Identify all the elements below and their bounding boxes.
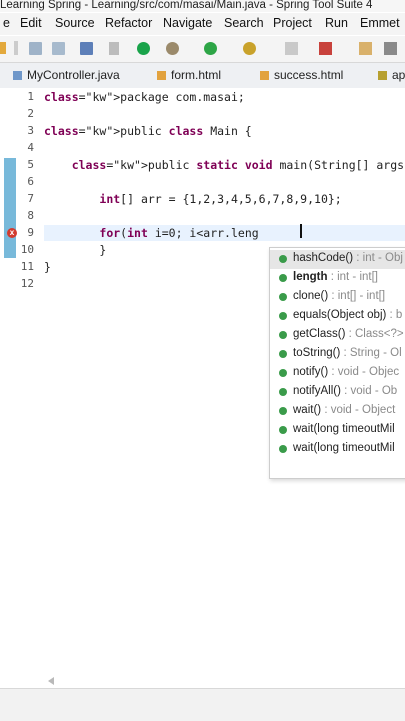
autocomplete-item[interactable]: notifyAll() : void - Ob	[270, 383, 405, 402]
status-bar	[0, 688, 405, 721]
tab-label: ap	[392, 68, 405, 82]
autocomplete-item[interactable]: equals(Object obj) : b	[270, 307, 405, 326]
line-number: 5	[27, 158, 34, 171]
autocomplete-item[interactable]: wait(long timeoutMil	[270, 440, 405, 459]
tab-label: MyController.java	[27, 68, 120, 82]
tab-label: form.html	[171, 68, 222, 82]
text-cursor	[300, 224, 302, 238]
save-all-icon[interactable]	[52, 42, 65, 55]
run-icon[interactable]	[204, 42, 217, 55]
line-number: 3	[27, 124, 34, 137]
public-method-icon	[279, 426, 287, 434]
separator-icon	[14, 41, 18, 55]
menu-refactor[interactable]: Refactor	[105, 16, 152, 30]
tab-success[interactable]: success.html	[260, 68, 343, 82]
line-number: 7	[27, 192, 34, 205]
line-number: 12	[20, 277, 34, 290]
autocomplete-item[interactable]: wait(long timeoutMil	[270, 421, 405, 440]
autocomplete-popup: hashCode() : int - Obj length : int - in…	[269, 247, 405, 479]
autocomplete-item[interactable]: wait() : void - Object	[270, 402, 405, 421]
public-method-icon	[279, 312, 287, 320]
menu-emmet[interactable]: Emmet	[360, 16, 400, 30]
autocomplete-item[interactable]: hashCode() : int - Obj	[270, 250, 405, 269]
console-icon[interactable]	[80, 42, 93, 55]
code-line: }	[44, 260, 51, 274]
tab-overflow[interactable]: ap	[378, 68, 405, 82]
skip-breakpoints-icon[interactable]	[109, 42, 119, 55]
line-number: 10	[20, 243, 34, 256]
new-icon[interactable]	[0, 42, 6, 54]
java-file-icon	[13, 71, 22, 81]
menu-run[interactable]: Run	[325, 16, 348, 30]
menu-project[interactable]: Project	[273, 16, 312, 30]
file-icon	[378, 71, 387, 81]
line-number: 1	[27, 90, 34, 103]
external-tools-icon[interactable]	[243, 42, 256, 55]
change-marker	[4, 158, 16, 258]
line-number: 6	[27, 175, 34, 188]
menu-search[interactable]: Search	[224, 16, 264, 30]
menu-bar: e Edit Source Refactor Navigate Search P…	[0, 13, 405, 35]
public-method-icon	[279, 255, 287, 263]
menu-source[interactable]: Source	[55, 16, 95, 30]
code-line: class="kw">public static void main(Strin…	[71, 158, 405, 172]
tab-form[interactable]: form.html	[157, 68, 221, 82]
stop-icon[interactable]	[285, 42, 298, 55]
html-file-icon	[260, 71, 269, 81]
code-line: class="kw">public class Main {	[44, 124, 252, 138]
public-method-icon	[279, 388, 287, 396]
horizontal-scrollbar[interactable]	[45, 676, 405, 686]
line-number: 11	[20, 260, 34, 273]
public-method-icon	[279, 369, 287, 377]
code-line-current: for(int i=0; i<arr.leng	[99, 226, 259, 240]
settings-icon[interactable]	[384, 42, 397, 55]
server-icon[interactable]	[319, 42, 332, 55]
code-line: class="kw">package com.masai;	[44, 90, 245, 104]
spring-boot-icon[interactable]	[137, 42, 150, 55]
public-method-icon	[279, 445, 287, 453]
line-number: 8	[27, 209, 34, 222]
save-icon[interactable]	[29, 42, 42, 55]
scroll-left-icon[interactable]	[48, 677, 54, 685]
autocomplete-item[interactable]: notify() : void - Objec	[270, 364, 405, 383]
public-field-icon	[279, 274, 287, 282]
debug-icon[interactable]	[166, 42, 179, 55]
tab-mycontroller[interactable]: MyController.java	[13, 68, 120, 82]
menu-navigate[interactable]: Navigate	[163, 16, 212, 30]
autocomplete-item[interactable]: toString() : String - Ol	[270, 345, 405, 364]
window-title: Learning Spring - Learning/src/com/masai…	[0, 0, 405, 12]
line-number: 4	[27, 141, 34, 154]
public-method-icon	[279, 407, 287, 415]
line-number: 2	[27, 107, 34, 120]
line-number: 9	[27, 226, 34, 239]
public-method-icon	[279, 350, 287, 358]
autocomplete-item[interactable]: length : int - int[]	[270, 269, 405, 288]
public-method-icon	[279, 331, 287, 339]
autocomplete-item[interactable]: clone() : int[] - int[]	[270, 288, 405, 307]
html-file-icon	[157, 71, 166, 81]
code-line: int[] arr = {1,2,3,4,5,6,7,8,9,10};	[99, 192, 342, 206]
public-method-icon	[279, 293, 287, 301]
tab-label: success.html	[274, 68, 344, 82]
new-package-icon[interactable]	[359, 42, 372, 55]
code-line: }	[44, 243, 107, 257]
menu-file[interactable]: e	[3, 16, 10, 30]
toolbar	[0, 36, 405, 63]
autocomplete-item[interactable]: getClass() : Class<?>	[270, 326, 405, 345]
menu-edit[interactable]: Edit	[20, 16, 42, 30]
editor-tabs: MyController.java form.html success.html…	[0, 63, 405, 89]
